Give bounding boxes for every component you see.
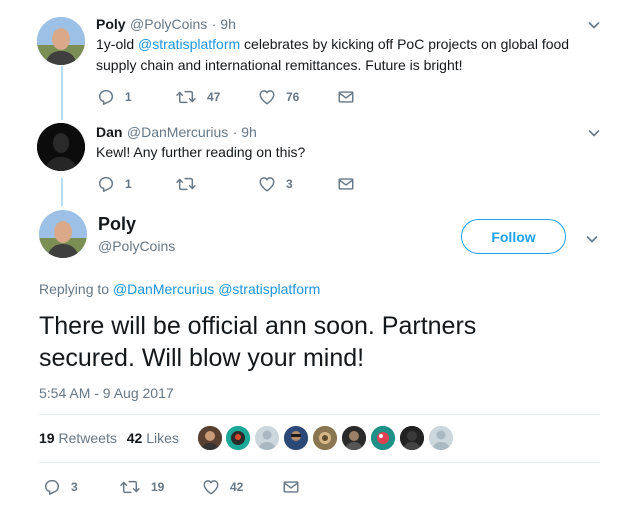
retweet-count: 19 <box>151 480 165 494</box>
tweet-text-line1: There will be official ann soon. Partner… <box>39 312 477 340</box>
like-count: 42 <box>230 480 244 494</box>
avatar[interactable] <box>37 17 85 65</box>
reply-button[interactable]: 1 <box>97 88 132 106</box>
tweet-time[interactable]: · 9h <box>212 16 236 32</box>
retweet-button[interactable]: 19 <box>119 478 164 496</box>
likes-stat[interactable]: 42 Likes <box>127 430 179 446</box>
message-icon <box>337 175 355 193</box>
tweet-text: 1y-old @stratisplatform celebrates by ki… <box>96 34 616 76</box>
retweets-stat-label: Retweets <box>58 430 117 446</box>
message-button[interactable] <box>282 478 300 496</box>
divider <box>39 414 600 415</box>
avatar[interactable] <box>37 123 85 171</box>
author-name[interactable]: Dan <box>96 124 122 140</box>
like-count: 3 <box>286 177 293 191</box>
like-icon <box>258 88 276 106</box>
reply-icon <box>97 88 115 106</box>
mention-link[interactable]: @stratisplatform <box>218 281 320 297</box>
message-button[interactable] <box>337 88 355 106</box>
liker-avatar[interactable] <box>198 426 222 450</box>
author-handle[interactable]: @PolyCoins <box>130 16 207 32</box>
author-handle[interactable]: @PolyCoins <box>98 238 175 254</box>
mention-link[interactable]: @stratisplatform <box>138 36 240 52</box>
reply-count: 1 <box>125 177 132 191</box>
follow-button[interactable]: Follow <box>461 219 566 254</box>
liker-avatar[interactable] <box>400 426 424 450</box>
liker-avatar[interactable] <box>226 426 250 450</box>
like-count: 76 <box>286 90 300 104</box>
liker-avatar[interactable] <box>429 426 453 450</box>
message-button[interactable] <box>337 175 355 193</box>
retweets-stat-count: 19 <box>39 430 55 446</box>
like-button[interactable]: 42 <box>202 478 243 496</box>
liker-avatar[interactable] <box>284 426 308 450</box>
reply-button[interactable]: 1 <box>97 175 132 193</box>
liker-avatar[interactable] <box>255 426 279 450</box>
retweet-icon <box>175 175 197 193</box>
tweet-text-suffix: celebrates by kicking off PoC projects o… <box>240 36 570 52</box>
retweet-icon <box>119 478 141 496</box>
like-button[interactable]: 76 <box>258 88 299 106</box>
tweet-text: There will be official ann soon. Partner… <box>39 310 476 374</box>
author-name[interactable]: Poly <box>96 16 126 32</box>
reply-button[interactable]: 3 <box>43 478 78 496</box>
reply-icon <box>43 478 61 496</box>
tweet-time[interactable]: · 9h <box>233 124 257 140</box>
like-icon <box>258 175 276 193</box>
likes-stat-label: Likes <box>146 430 179 446</box>
tweet-timestamp[interactable]: 5:54 AM - 9 Aug 2017 <box>39 385 174 401</box>
retweet-button[interactable]: 47 <box>175 88 220 106</box>
replying-to: Replying to @DanMercurius @stratisplatfo… <box>39 281 320 297</box>
tweet-text: Kewl! Any further reading on this? <box>96 144 306 160</box>
engagement-stats: 19 Retweets 42 Likes <box>39 430 179 446</box>
likes-stat-count: 42 <box>126 430 143 446</box>
message-icon <box>282 478 300 496</box>
retweet-count: 47 <box>207 90 221 104</box>
thread-line <box>61 178 63 206</box>
reply-count: 1 <box>125 90 132 104</box>
message-icon <box>337 88 355 106</box>
chevron-down-icon[interactable] <box>584 231 600 247</box>
thread-line <box>61 66 63 120</box>
liker-avatar[interactable] <box>371 426 395 450</box>
retweets-stat[interactable]: 19 Retweets <box>39 430 117 446</box>
tweet-text-line2: secured. Will blow your mind! <box>39 344 365 372</box>
liker-avatar[interactable] <box>313 426 337 450</box>
reply-count: 3 <box>71 480 78 494</box>
divider <box>39 462 600 463</box>
like-icon <box>202 478 220 496</box>
chevron-down-icon[interactable] <box>586 17 602 33</box>
tweet-text-prefix: 1y-old <box>96 36 139 52</box>
author-handle[interactable]: @DanMercurius <box>127 124 228 140</box>
author-name[interactable]: Poly <box>98 214 136 235</box>
retweet-icon <box>175 88 197 106</box>
tweet-text-line2: supply chain and international remittanc… <box>96 57 463 73</box>
chevron-down-icon[interactable] <box>586 125 602 141</box>
replying-to-label: Replying to <box>39 281 113 297</box>
reply-icon <box>97 175 115 193</box>
retweet-button[interactable] <box>175 175 207 193</box>
like-button[interactable]: 3 <box>258 175 293 193</box>
mention-link[interactable]: @DanMercurius <box>113 281 214 297</box>
avatar[interactable] <box>39 210 87 258</box>
liker-avatar[interactable] <box>342 426 366 450</box>
